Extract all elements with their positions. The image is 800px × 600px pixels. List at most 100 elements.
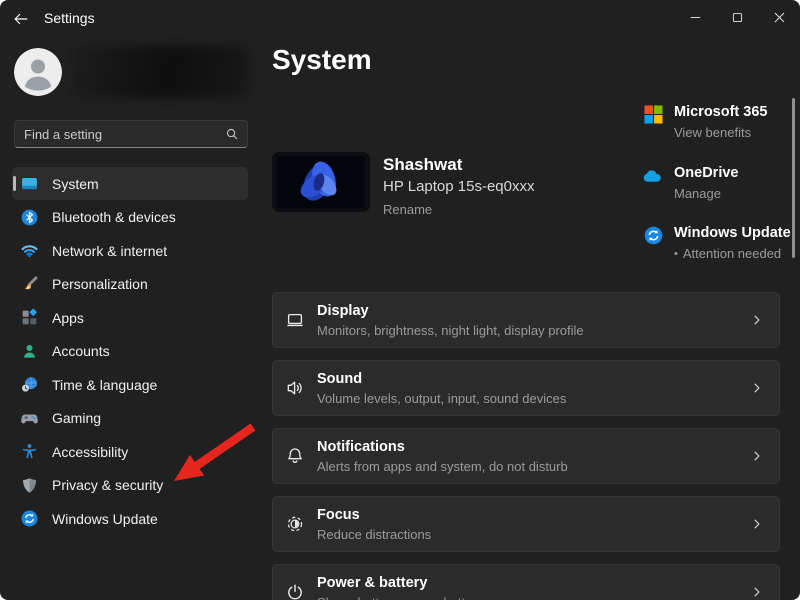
bluetooth-icon [20,208,39,227]
settings-row-subtitle: Monitors, brightness, night light, displ… [317,323,584,338]
sidebar-item-windows-update[interactable]: Windows Update [12,502,248,535]
close-icon [771,9,788,26]
sound-icon [285,378,305,398]
sidebar-item-time-language[interactable]: Time & language [12,368,248,401]
gaming-icon [20,409,39,428]
sidebar-item-label: Personalization [52,276,148,292]
minimize-icon [687,9,704,26]
device-model: HP Laptop 15s-eq0xxx [383,178,535,195]
chevron-right-icon [749,516,765,532]
quick-card-windows-update[interactable]: Windows Update • Attention needed [643,224,791,261]
sidebar-item-label: Privacy & security [52,477,163,493]
sidebar-item-label: Time & language [52,377,157,393]
microsoft-365-logo [643,104,664,125]
app-title: Settings [44,0,95,36]
quick-card-subtitle-wrap: • Attention needed [674,246,791,261]
quick-card-microsoft-365[interactable]: Microsoft 365 View benefits [643,103,767,140]
windows-bloom-wallpaper-thumbnail [272,152,370,212]
quick-card-subtitle: View benefits [674,125,751,140]
chevron-right-icon [749,380,765,396]
time-language-icon [20,375,39,394]
sidebar-item-bluetooth-devices[interactable]: Bluetooth & devices [12,201,248,234]
settings-row-subtitle: Reduce distractions [317,527,431,542]
rename-link[interactable]: Rename [383,202,432,217]
privacy-icon [20,476,39,495]
sidebar-item-network-internet[interactable]: Network & internet [12,234,248,267]
minimize-button[interactable] [674,0,716,34]
page-title: System [272,44,372,76]
sidebar-item-system[interactable]: System [12,167,248,200]
device-thumbnail [272,152,370,212]
settings-row-subtitle: Sleep, battery usage, battery saver [317,595,519,600]
settings-row-sound[interactable]: Sound Volume levels, output, input, soun… [272,360,780,416]
chevron-right-icon [749,448,765,464]
settings-row-title: Power & battery [317,574,519,592]
quick-card-subtitle: Attention needed [683,246,781,261]
focus-icon [285,514,305,534]
apps-icon [20,308,39,327]
redacted-user-name [72,46,248,98]
settings-row-title: Display [317,302,584,320]
sidebar-item-personalization[interactable]: Personalization [12,268,248,301]
back-arrow-icon [12,10,32,28]
sidebar-item-label: Windows Update [52,511,158,527]
attention-bullet-dot: • [674,248,678,260]
sidebar-item-label: Bluetooth & devices [52,209,176,225]
maximize-button[interactable] [716,0,758,34]
settings-row-title: Sound [317,370,566,388]
windows-update-icon [643,225,664,246]
window-controls [674,0,800,34]
user-avatar[interactable] [14,48,62,96]
personalization-icon [20,275,39,294]
sidebar-item-accessibility[interactable]: Accessibility [12,435,248,468]
device-name: Shashwat [383,155,462,175]
quick-card-subtitle-wrap: View benefits [674,125,767,140]
sidebar-item-apps[interactable]: Apps [12,301,248,334]
quick-card-title: Microsoft 365 [674,103,767,121]
sidebar-item-label: Accessibility [52,444,128,460]
power-icon [285,582,305,600]
sidebar-item-label: System [52,176,99,192]
scrollbar-thumb[interactable] [792,98,795,258]
quick-card-title: OneDrive [674,164,738,182]
windows-update-icon [20,509,39,528]
accounts-icon [20,342,39,361]
search-box [14,120,248,148]
settings-rows: Display Monitors, brightness, night ligh… [272,292,780,600]
chevron-right-icon [749,312,765,328]
sidebar-nav: System Bluetooth & devices Network & int… [12,167,248,536]
settings-row-title: Notifications [317,438,568,456]
network-icon [20,241,39,260]
settings-row-subtitle: Volume levels, output, input, sound devi… [317,391,566,406]
display-icon [285,310,305,330]
titlebar[interactable]: Settings [0,0,800,36]
quick-card-title: Windows Update [674,224,791,242]
sidebar-item-accounts[interactable]: Accounts [12,335,248,368]
settings-row-focus[interactable]: Focus Reduce distractions [272,496,780,552]
settings-row-notifications[interactable]: Notifications Alerts from apps and syste… [272,428,780,484]
main-content: System Shashwat HP Laptop 15s-eq0xxx Ren… [260,36,800,600]
chevron-right-icon [749,584,765,600]
search-input[interactable] [15,121,247,147]
sidebar-item-label: Network & internet [52,243,167,259]
back-button[interactable] [8,6,36,32]
quick-card-onedrive[interactable]: OneDrive Manage [643,164,738,201]
sidebar-item-privacy-security[interactable]: Privacy & security [12,469,248,502]
settings-row-subtitle: Alerts from apps and system, do not dist… [317,459,568,474]
settings-row-title: Focus [317,506,431,524]
person-avatar-icon [14,48,62,96]
settings-row-display[interactable]: Display Monitors, brightness, night ligh… [272,292,780,348]
maximize-icon [729,9,746,26]
sidebar-item-label: Gaming [52,410,101,426]
onedrive-cloud-icon [643,165,664,186]
quick-card-subtitle: Manage [674,186,721,201]
accessibility-icon [20,442,39,461]
settings-row-power-battery[interactable]: Power & battery Sleep, battery usage, ba… [272,564,780,600]
notifications-icon [285,446,305,466]
close-button[interactable] [758,0,800,34]
sidebar-item-gaming[interactable]: Gaming [12,402,248,435]
sidebar-item-label: Accounts [52,343,110,359]
sidebar-item-label: Apps [52,310,84,326]
settings-window: Settings System Bluetooth & devices Netw… [0,0,800,600]
sidebar: System Bluetooth & devices Network & int… [0,36,260,600]
